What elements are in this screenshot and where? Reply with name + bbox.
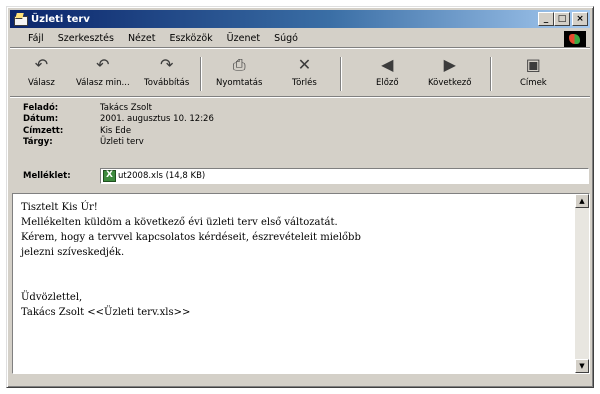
windows-logo-icon <box>564 30 586 47</box>
next-icon: ▶ <box>443 55 456 74</box>
toolbar-separator <box>340 57 342 91</box>
menu-tools[interactable]: Eszközök <box>162 33 219 44</box>
message-body[interactable]: Tisztelt Kis Úr! Mellékelten küldöm a kö… <box>12 193 590 374</box>
to-value: Kis Ede <box>100 125 132 136</box>
previous-button[interactable]: ◀ Előző <box>376 54 399 94</box>
scroll-up-button[interactable]: ▲ <box>575 194 589 208</box>
body-line: Kérem, hogy a tervvel kapcsolatos kérdés… <box>21 232 361 243</box>
next-button[interactable]: ▶ Következő <box>428 54 471 94</box>
message-headers: Feladó: Takács Zsolt Dátum: 2001. augusz… <box>23 102 583 148</box>
attachment-filename[interactable]: ut2008.xls (14,8 KB) <box>118 171 205 181</box>
date-value: 2001. augusztus 10. 12:26 <box>100 114 214 125</box>
from-value: Takács Zsolt <box>100 102 152 113</box>
envelope-icon <box>13 13 28 26</box>
subject-value: Üzleti terv <box>100 137 144 148</box>
delete-button[interactable]: ✕ Törlés <box>292 54 317 94</box>
previous-icon: ◀ <box>381 55 394 74</box>
attachment-field[interactable]: ut2008.xls (14,8 KB) <box>100 168 589 184</box>
reply-all-icon: ↶ <box>96 55 110 74</box>
vertical-scrollbar[interactable]: ▲ ▼ <box>575 194 589 373</box>
menu-file[interactable]: Fájl <box>14 33 51 44</box>
addresses-button[interactable]: ▣ Címek <box>520 54 547 94</box>
print-button[interactable]: ⎙ Nyomtatás <box>216 54 262 94</box>
message-text: Tisztelt Kis Úr! Mellékelten küldöm a kö… <box>21 200 561 320</box>
email-window: Üzleti terv _ □ × Fájl Szerkesztés Nézet… <box>6 6 594 388</box>
forward-icon: ↷ <box>159 55 174 74</box>
body-line <box>21 260 561 275</box>
header-from: Feladó: Takács Zsolt <box>23 102 152 113</box>
forward-button[interactable]: ↷ Továbbítás <box>144 54 189 94</box>
status-bar <box>10 377 590 386</box>
header-subject: Tárgy: Üzleti terv <box>23 137 144 148</box>
scroll-down-button[interactable]: ▼ <box>575 359 589 373</box>
title-bar[interactable]: Üzleti terv _ □ × <box>10 10 590 28</box>
window-controls: _ □ × <box>538 12 588 26</box>
printer-icon: ⎙ <box>232 55 246 74</box>
toolbar-separator <box>200 57 202 91</box>
maximize-button[interactable]: □ <box>554 12 570 26</box>
reply-icon: ↶ <box>34 55 49 74</box>
address-book-icon: ▣ <box>525 55 541 74</box>
header-date: Dátum: 2001. augusztus 10. 12:26 <box>23 114 214 125</box>
menu-edit[interactable]: Szerkesztés <box>51 33 121 44</box>
menu-bar: Fájl Szerkesztés Nézet Eszközök Üzenet S… <box>10 30 590 48</box>
reply-button[interactable]: ↶ Válasz <box>28 54 55 94</box>
body-line: Mellékelten küldöm a következő évi üzlet… <box>21 217 338 228</box>
delete-icon: ✕ <box>297 55 312 74</box>
header-to: Címzett: Kis Ede <box>23 125 132 136</box>
close-button[interactable]: × <box>572 12 588 26</box>
minimize-button[interactable]: _ <box>538 12 554 26</box>
menu-view[interactable]: Nézet <box>121 33 163 44</box>
body-line: Takács Zsolt <<Üzleti terv.xls>> <box>21 307 191 318</box>
body-line: jelezni szíveskedjék. <box>21 247 125 258</box>
excel-file-icon <box>103 170 116 182</box>
body-line <box>21 275 561 290</box>
menu-message[interactable]: Üzenet <box>220 33 267 44</box>
menu-help[interactable]: Súgó <box>267 33 305 44</box>
window-title: Üzleti terv <box>31 13 90 25</box>
toolbar-separator <box>490 57 492 91</box>
header-attachment: Melléklet: ut2008.xls (14,8 KB) <box>23 168 589 184</box>
reply-all-button[interactable]: ↶ Válasz min... <box>76 54 130 94</box>
body-line: Tisztelt Kis Úr! <box>21 202 98 213</box>
toolbar: ↶ Válasz ↶ Válasz min... ↷ Továbbítás ⎙ … <box>10 51 590 97</box>
body-line: Üdvözlettel, <box>21 292 83 303</box>
